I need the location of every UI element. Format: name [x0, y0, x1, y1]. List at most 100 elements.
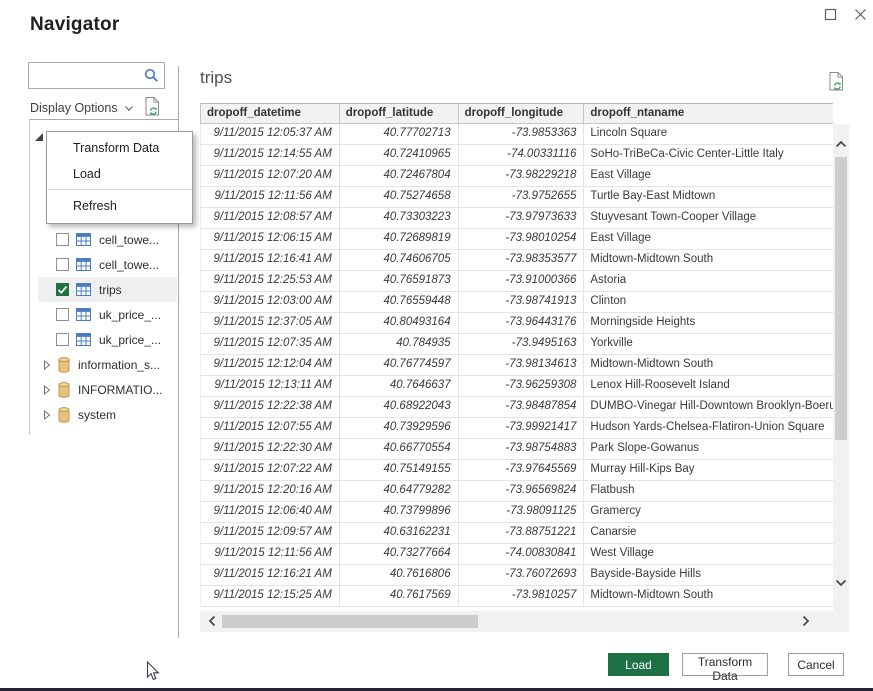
table-icon [76, 333, 91, 346]
table-cell: 9/11/2015 12:12:04 AM [201, 355, 340, 375]
vertical-scrollbar[interactable] [833, 124, 849, 611]
table-cell: -73.9853363 [459, 124, 585, 144]
table-cell: Stuyvesant Town-Cooper Village [584, 208, 833, 228]
scroll-left-icon[interactable] [208, 615, 216, 627]
table-cell: 9/11/2015 12:37:05 AM [201, 313, 340, 333]
table-cell: -73.98091125 [459, 502, 585, 522]
table-cell: 9/11/2015 12:06:15 AM [201, 229, 340, 249]
chevron-down-icon [125, 106, 133, 111]
table-cell: Murray Hill-Kips Bay [584, 460, 833, 480]
chevron-right-icon [43, 385, 51, 395]
table-cell: 9/11/2015 12:15:25 AM [201, 586, 340, 606]
table-cell: 40.73303223 [340, 208, 459, 228]
menu-item-refresh[interactable]: Refresh [47, 193, 192, 219]
table-cell: 9/11/2015 12:16:41 AM [201, 250, 340, 270]
tree-item-label: cell_towe... [99, 258, 159, 272]
table-header-row: dropoff_datetimedropoff_latitudedropoff_… [200, 103, 833, 124]
table-cell: -73.88751221 [459, 523, 585, 543]
load-button[interactable]: Load [608, 653, 669, 676]
menu-item-load[interactable]: Load [47, 161, 192, 187]
vertical-scroll-thumb[interactable] [835, 157, 847, 440]
table-cell: 40.73277664 [340, 544, 459, 564]
table-cell: 9/11/2015 12:22:30 AM [201, 439, 340, 459]
table-cell: 9/11/2015 12:11:56 AM [201, 187, 340, 207]
table-row: 9/11/2015 12:06:15 AM40.72689819-73.9801… [200, 229, 833, 250]
tree-item-uk-price[interactable]: uk_price_... [38, 302, 177, 327]
column-header-dropoff-datetime: dropoff_datetime [201, 104, 340, 123]
checkbox[interactable] [56, 283, 69, 296]
tree-item-uk-price[interactable]: uk_price_... [38, 327, 177, 352]
table-cell: Park Slope-Gowanus [584, 439, 833, 459]
refresh-button[interactable] [144, 96, 161, 120]
table-cell: 9/11/2015 12:07:35 AM [201, 334, 340, 354]
table-row: 9/11/2015 12:15:25 AM40.7617569-73.98102… [200, 586, 833, 607]
table-row: 9/11/2015 12:07:55 AM40.73929596-73.9992… [200, 418, 833, 439]
table-cell: -73.97973633 [459, 208, 585, 228]
checkbox[interactable] [56, 258, 69, 271]
table-icon [76, 258, 91, 271]
table-cell: 9/11/2015 12:14:55 AM [201, 145, 340, 165]
display-options-label: Display Options [30, 101, 118, 115]
maximize-button[interactable] [820, 6, 840, 26]
table-cell: -73.98353577 [459, 250, 585, 270]
close-button[interactable] [850, 6, 870, 26]
tree-item-cell-towe[interactable]: cell_towe... [38, 227, 177, 252]
table-cell: 9/11/2015 12:03:00 AM [201, 292, 340, 312]
checkbox[interactable] [56, 233, 69, 246]
scroll-down-icon[interactable] [835, 579, 847, 587]
cancel-button[interactable]: Cancel [788, 653, 844, 676]
table-cell: 9/11/2015 12:05:37 AM [201, 124, 340, 144]
horizontal-scrollbar[interactable] [200, 611, 849, 632]
tree-item-information-s[interactable]: information_s... [38, 352, 177, 377]
table-cell: 40.784935 [340, 334, 459, 354]
table-cell: 9/11/2015 12:16:21 AM [201, 565, 340, 585]
search-input[interactable] [29, 69, 144, 83]
tree-item-cell-towe[interactable]: cell_towe... [38, 252, 177, 277]
checkbox[interactable] [56, 333, 69, 346]
scroll-up-icon[interactable] [835, 140, 847, 148]
table-body: 9/11/2015 12:05:37 AM40.77702713-73.9853… [200, 124, 833, 607]
table-cell: 40.72410965 [340, 145, 459, 165]
table-row: 9/11/2015 12:16:41 AM40.74606705-73.9835… [200, 250, 833, 271]
database-icon [58, 357, 70, 373]
table-row: 9/11/2015 12:07:20 AM40.72467804-73.9822… [200, 166, 833, 187]
tree-item-system[interactable]: system [38, 402, 177, 427]
table-cell: 40.64779282 [340, 481, 459, 501]
tree-item-trips[interactable]: trips [38, 277, 177, 302]
table-cell: -73.98487854 [459, 397, 585, 417]
chevron-expanded-icon [34, 132, 44, 142]
table-cell: Astoria [584, 271, 833, 291]
tree-item-label: uk_price_... [99, 333, 161, 347]
table-cell: SoHo-TriBeCa-Civic Center-Little Italy [584, 145, 833, 165]
page-title: Navigator [30, 14, 119, 36]
preview-refresh-button[interactable] [828, 71, 845, 95]
table-cell: 9/11/2015 12:20:16 AM [201, 481, 340, 501]
checkbox[interactable] [56, 308, 69, 321]
table-row: 9/11/2015 12:22:38 AM40.68922043-73.9848… [200, 397, 833, 418]
tree-item-label: uk_price_... [99, 308, 161, 322]
transform-data-button[interactable]: Transform Data [682, 653, 768, 676]
tree-item-label: cell_towe... [99, 233, 159, 247]
table-cell: 9/11/2015 12:09:57 AM [201, 523, 340, 543]
tree-item-informatio[interactable]: INFORMATIO... [38, 377, 177, 402]
table-cell: Midtown-Midtown South [584, 586, 833, 606]
table-row: 9/11/2015 12:22:30 AM40.66770554-73.9875… [200, 439, 833, 460]
search-box [28, 62, 165, 89]
check-icon [57, 285, 68, 295]
table-cell: 40.7616806 [340, 565, 459, 585]
context-menu: Transform DataLoad Refresh [46, 131, 193, 224]
horizontal-scroll-thumb[interactable] [222, 615, 478, 628]
table-cell: East Village [584, 166, 833, 186]
column-header-dropoff-ntaname: dropoff_ntaname [584, 104, 833, 123]
scroll-right-icon[interactable] [802, 615, 810, 627]
table-cell: Morningside Heights [584, 313, 833, 333]
table-cell: 40.63162231 [340, 523, 459, 543]
table-cell: 40.73799896 [340, 502, 459, 522]
table-cell: -73.9752655 [459, 187, 585, 207]
table-cell: Yorkville [584, 334, 833, 354]
table-cell: Canarsie [584, 523, 833, 543]
display-options-dropdown[interactable]: Display Options [30, 99, 133, 117]
close-icon [854, 8, 867, 21]
table-cell: -74.00331116 [459, 145, 585, 165]
menu-item-transform-data[interactable]: Transform Data [47, 135, 192, 161]
